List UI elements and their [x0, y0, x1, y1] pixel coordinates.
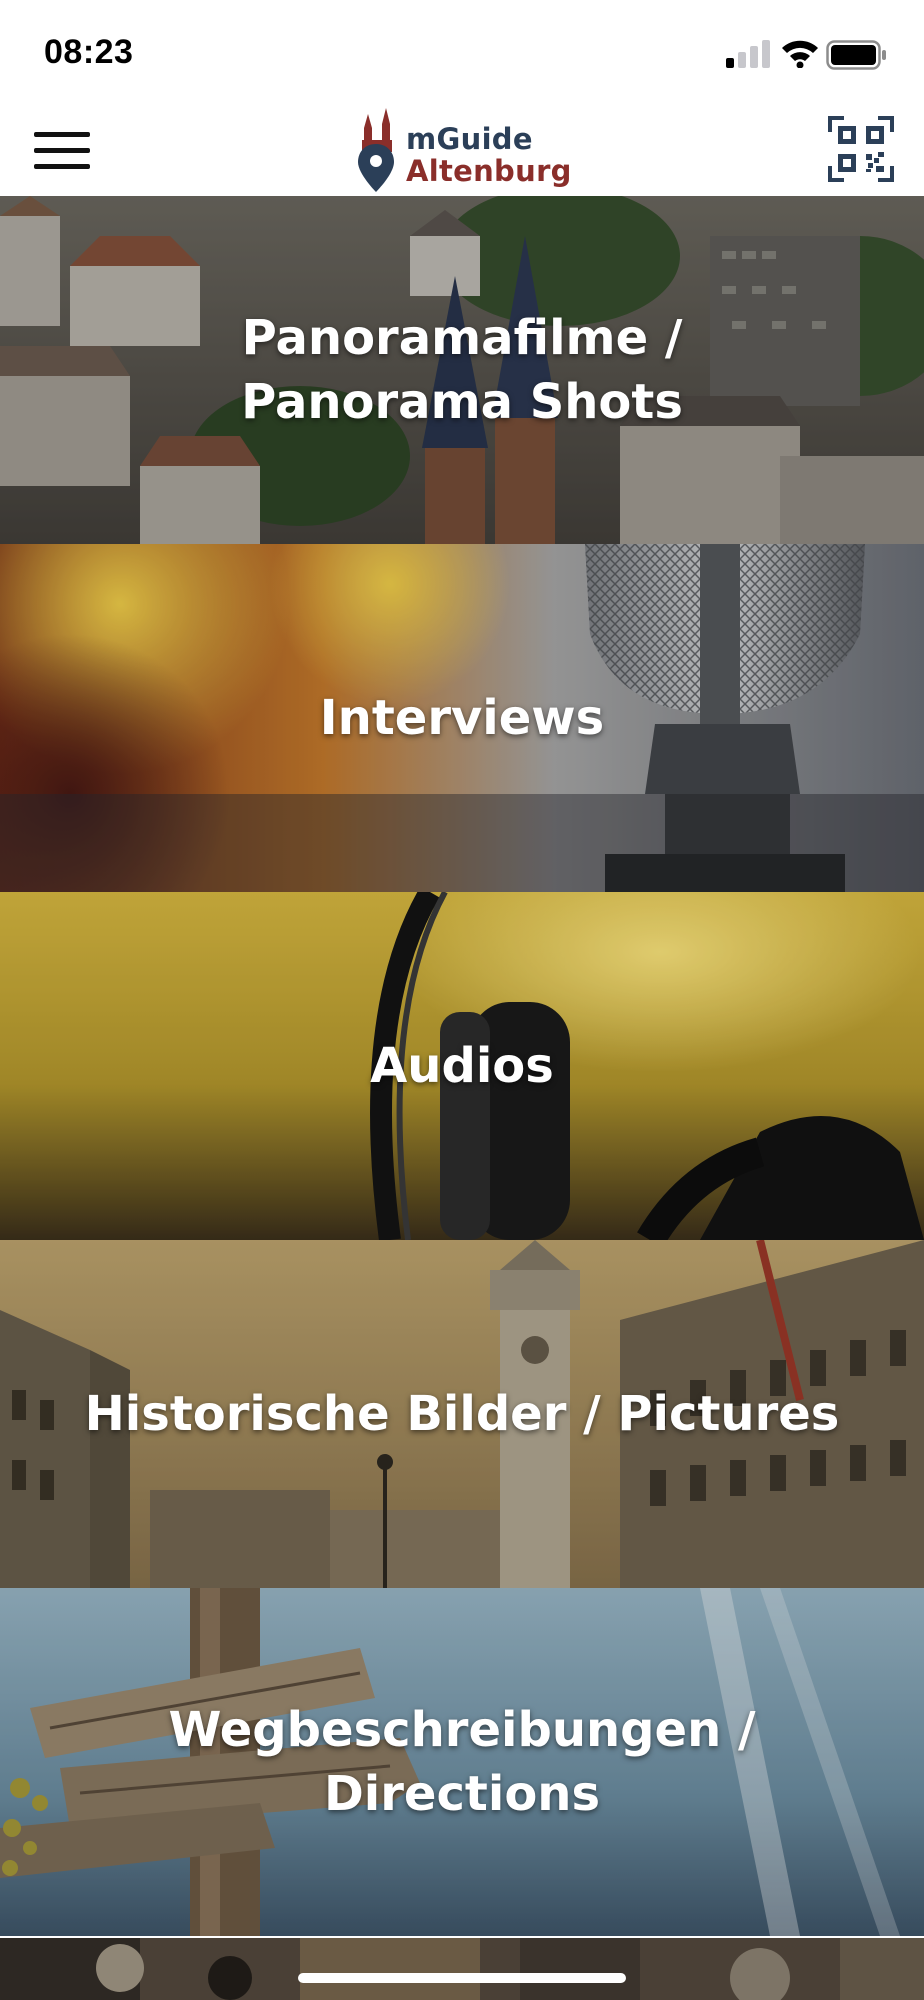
tile-label-line1: Panoramafilme /: [241, 310, 683, 366]
status-time: 08:23: [44, 33, 134, 71]
tile-label-line2: Panorama Shots: [241, 374, 683, 430]
tile-directions[interactable]: Wegbeschreibungen / Directions: [0, 1588, 924, 1936]
tile-label-line1: Audios: [370, 1038, 554, 1094]
category-list: Panoramafilme / Panorama Shots Interview…: [0, 196, 924, 1936]
logo-text-mguide: mGuide: [406, 122, 533, 156]
app-screen: 08:23 mGuide Altenburg Panoramafilme / P…: [0, 0, 924, 2000]
tile-label: Wegbeschreibungen / Directions: [30, 1588, 894, 1936]
cellular-signal-icon: [726, 40, 770, 68]
tile-label: Interviews: [30, 544, 894, 892]
tile-partial-next[interactable]: [0, 1938, 924, 2000]
tile-label: Audios: [30, 892, 894, 1240]
qr-code-icon: [828, 116, 894, 182]
partial-tile-background-image: [0, 1938, 924, 2000]
hamburger-menu-icon: [34, 132, 90, 169]
menu-button[interactable]: [24, 120, 100, 180]
app-header: mGuide Altenburg: [0, 104, 924, 196]
status-bar: 08:23: [0, 0, 924, 104]
tile-historic-pictures[interactable]: Historische Bilder / Pictures: [0, 1240, 924, 1588]
tile-label-line1: Wegbeschreibungen /: [168, 1702, 756, 1758]
app-logo: mGuide Altenburg: [354, 104, 574, 196]
battery-icon: [826, 40, 886, 70]
church-pin-logo-icon: [358, 108, 394, 192]
tile-label-line2: Directions: [323, 1766, 601, 1822]
qr-scan-button[interactable]: [828, 116, 894, 182]
home-indicator[interactable]: [298, 1973, 626, 1983]
logo-text-altenburg: Altenburg: [406, 154, 572, 188]
tile-interviews[interactable]: Interviews: [0, 544, 924, 892]
tile-label-line1: Historische Bilder / Pictures: [84, 1386, 840, 1442]
tile-label-line1: Interviews: [319, 690, 605, 746]
tile-label: Panoramafilme / Panorama Shots: [30, 196, 894, 544]
tile-label: Historische Bilder / Pictures: [30, 1240, 894, 1588]
tile-panorama-shots[interactable]: Panoramafilme / Panorama Shots: [0, 196, 924, 544]
wifi-icon: [782, 40, 818, 68]
tile-audios[interactable]: Audios: [0, 892, 924, 1240]
